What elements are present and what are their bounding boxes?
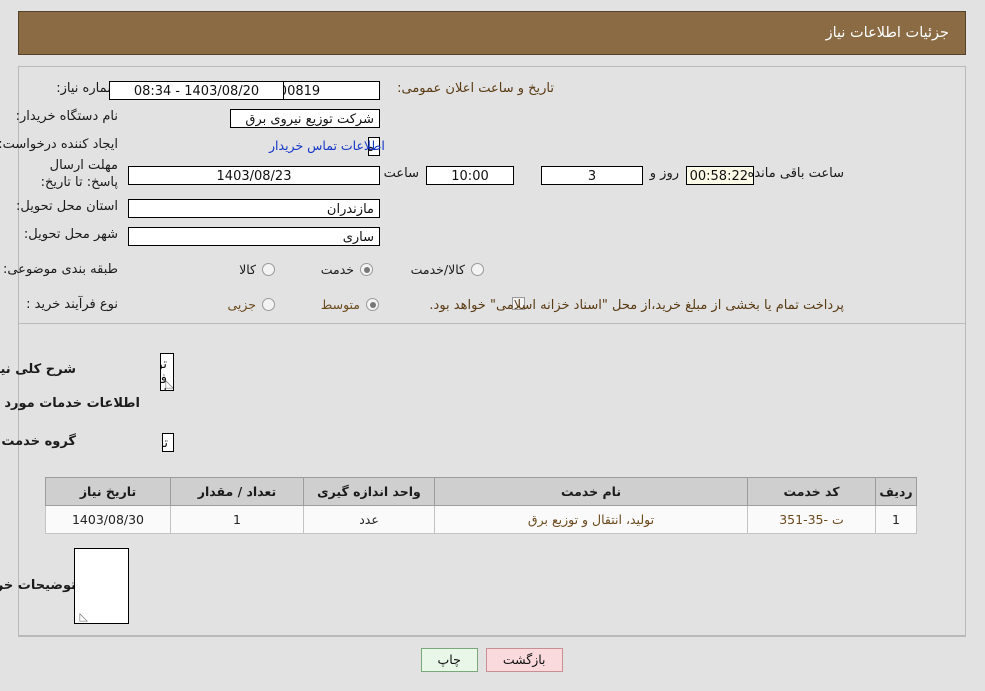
category-option-khedmat[interactable]: خدمت <box>322 262 374 277</box>
public-announce-label: تاریخ و ساعت اعلان عمومی: <box>398 81 555 96</box>
category-label: طبقه بندی موضوعی: <box>3 262 119 277</box>
page-header: جزئیات اطلاعات نیاز <box>19 11 967 55</box>
process-option-jozee[interactable]: جزیی <box>228 297 276 312</box>
table-row: 1 ت -35-351 تولید، انتقال و توزیع برق عد… <box>46 505 918 534</box>
hour-label: ساعت <box>384 166 420 181</box>
contact-link-wrap[interactable]: اطلاعات تماس خریدار <box>270 138 386 153</box>
requester-label-wrap: ایجاد کننده درخواست: <box>0 137 119 152</box>
radio-jozee-icon[interactable] <box>263 298 276 311</box>
description-label: شرح کلی نیاز: <box>0 362 77 377</box>
buyer-notes-label: توضیحات خریدار: <box>0 578 77 593</box>
cell-radif: 1 <box>876 505 918 534</box>
col-qty: تعداد / مقدار <box>171 477 305 506</box>
page-root: AriaTender.net جزئیات اطلاعات نیاز شماره… <box>0 0 985 691</box>
public-announce-value: 1403/08/20 - 08:34 <box>110 81 285 100</box>
description-label-wrap: شرح کلی نیاز: <box>0 362 77 377</box>
service-group-value: تامین برق، گاز، بخار و تهویه هوا <box>163 433 175 452</box>
public-announce-label-wrap: تاریخ و ساعت اعلان عمومی: <box>398 81 555 96</box>
process-option-label-0: جزیی <box>228 297 257 312</box>
hour-label-wrap: ساعت <box>385 166 420 181</box>
province-label: استان محل تحویل: <box>17 199 119 214</box>
treasury-note-wrap: پرداخت تمام یا بخشی از مبلغ خرید،از محل … <box>430 298 845 313</box>
service-group-label-wrap: گروه خدمت: <box>0 434 77 449</box>
resize-grip-icon[interactable]: ◺ <box>165 378 174 389</box>
col-need-date: تاریخ نیاز <box>46 477 172 506</box>
province-value: مازندران <box>129 199 381 218</box>
deadline-label-wrap: مهلت ارسال پاسخ: تا تاریخ: <box>19 157 119 191</box>
need-info-panel <box>19 66 967 324</box>
col-service-code: کد خدمت <box>748 477 877 506</box>
remaining-days-value: 3 <box>542 166 644 185</box>
services-section-title-wrap: اطلاعات خدمات مورد نیاز <box>0 396 141 411</box>
back-button[interactable]: بازگشت <box>486 648 564 672</box>
days-label: روز و <box>650 166 680 181</box>
buyer-org-label: نام دستگاه خریدار: <box>16 109 119 124</box>
buyer-org-value: شرکت توزیع نیروی برق استان مازندران <box>231 109 381 128</box>
city-label: شهر محل تحویل: <box>24 227 119 242</box>
process-option-label-1: متوسط <box>321 297 361 312</box>
col-unit: واحد اندازه گیری <box>304 477 436 506</box>
category-option-label-0: کالا <box>240 262 257 277</box>
buyer-org-label-wrap: نام دستگاه خریدار: <box>17 109 119 124</box>
description-textarea[interactable]: توسعه فیدر از میرجانی تا آهی دشت-جنوب سا… <box>161 353 175 391</box>
col-radif: ردیف <box>876 477 918 506</box>
category-option-kala[interactable]: کالا <box>240 262 276 277</box>
city-label-wrap: شهر محل تحویل: <box>25 227 119 242</box>
process-label-wrap: نوع فرآیند خرید : <box>27 297 119 312</box>
col-service-name: نام خدمت <box>435 477 749 506</box>
buyer-notes-label-wrap: توضیحات خریدار: <box>0 578 77 593</box>
services-section-title: اطلاعات خدمات مورد نیاز <box>0 396 141 411</box>
deadline-time-value: 10:00 <box>427 166 515 185</box>
cell-qty: 1 <box>171 505 305 534</box>
deadline-label: مهلت ارسال پاسخ: تا تاریخ: <box>41 158 119 190</box>
cell-service-code: ت -35-351 <box>748 505 877 534</box>
category-label-wrap: طبقه بندی موضوعی: <box>4 262 119 277</box>
category-option-label-1: خدمت <box>321 262 355 277</box>
radio-khedmat-icon[interactable] <box>361 263 374 276</box>
process-label: نوع فرآیند خرید : <box>27 297 119 312</box>
table-header-row: ردیف کد خدمت نام خدمت واحد اندازه گیری ت… <box>46 477 918 506</box>
cell-service-name: تولید، انتقال و توزیع برق <box>435 505 749 534</box>
print-button[interactable]: چاپ <box>421 648 479 672</box>
service-group-label: گروه خدمت: <box>0 434 77 449</box>
category-option-kala-khedmat[interactable]: کالا/خدمت <box>412 262 485 277</box>
days-label-wrap: روز و <box>651 166 680 181</box>
countdown-label-wrap: ساعت باقی مانده <box>749 166 845 181</box>
countdown-label: ساعت باقی مانده <box>748 166 845 181</box>
countdown-timer-value: 00:58:22 <box>687 166 755 185</box>
resize-grip-icon-notes[interactable]: ◺ <box>79 611 89 622</box>
radio-kala-icon[interactable] <box>263 263 276 276</box>
cell-need-date: 1403/08/30 <box>46 505 172 534</box>
cell-unit: عدد <box>304 505 436 534</box>
category-option-label-2: کالا/خدمت <box>411 262 466 277</box>
deadline-date-value: 1403/08/23 <box>129 166 381 185</box>
page-title: جزئیات اطلاعات نیاز <box>826 25 950 41</box>
buyer-contact-link[interactable]: اطلاعات تماس خریدار <box>270 138 386 153</box>
services-table: ردیف کد خدمت نام خدمت واحد اندازه گیری ت… <box>46 477 918 534</box>
province-label-wrap: استان محل تحویل: <box>17 199 119 214</box>
footer-button-bar: بازگشت چاپ <box>0 648 985 672</box>
treasury-note: پرداخت تمام یا بخشی از مبلغ خرید،از محل … <box>430 298 845 313</box>
radio-kala-khedmat-icon[interactable] <box>472 263 485 276</box>
requester-label: ایجاد کننده درخواست: <box>0 137 119 152</box>
process-option-motavaset[interactable]: متوسط <box>322 297 380 312</box>
city-value: ساری <box>129 227 381 246</box>
radio-motavaset-icon[interactable] <box>367 298 380 311</box>
buyer-notes-textarea[interactable]: ◺ <box>75 548 130 624</box>
